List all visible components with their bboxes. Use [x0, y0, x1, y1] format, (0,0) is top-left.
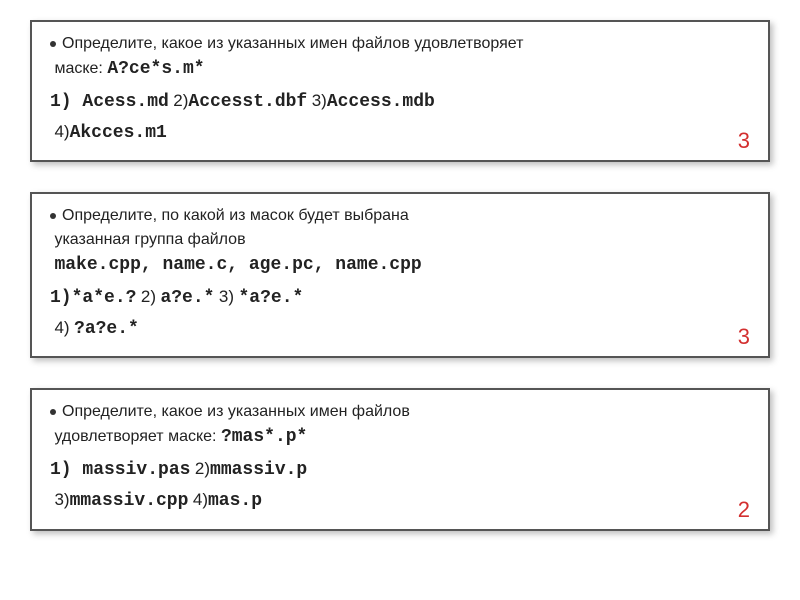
q3-mask: ?mas*.p*	[221, 427, 307, 447]
q1-mask: A?ce*s.m*	[107, 59, 204, 79]
q2-files: make.cpp, name.c, age.pc, name.cpp	[54, 255, 421, 275]
question-box-3: Определите, какое из указанных имен файл…	[30, 388, 770, 530]
bullet-icon	[50, 41, 56, 47]
question-text-3: Определите, какое из указанных имен файл…	[50, 400, 750, 451]
opt-3-3-num: 3)	[54, 490, 69, 509]
answer-2: 3	[738, 324, 750, 350]
q2-line2: указанная группа файлов	[54, 231, 245, 248]
opt-2-2-val: a?e.*	[160, 288, 214, 308]
options-2: 1)*a*e.? 2) a?e.* 3) *a?e.* 4) ?a?e.*	[50, 283, 750, 344]
bullet-icon	[50, 409, 56, 415]
opt-3-1-val: massiv.pas	[82, 460, 190, 480]
question-text-1: Определите, какое из указанных имен файл…	[50, 32, 750, 83]
q3-line2-prefix: удовлетворяет маске:	[54, 428, 220, 445]
opt-2-1-val: *a*e.?	[72, 288, 137, 308]
opt-1-4-num: 4)	[54, 122, 69, 141]
question-box-2: Определите, по какой из масок будет выбр…	[30, 192, 770, 358]
q3-line1: Определите, какое из указанных имен файл…	[62, 403, 410, 420]
opt-2-2-num: 2)	[141, 287, 156, 306]
opt-1-1-val: Acess.md	[82, 92, 168, 112]
opt-3-2-num: 2)	[195, 459, 210, 478]
opt-2-1-num: 1)	[50, 288, 72, 308]
options-1: 1) Acess.md 2)Accesst.dbf 3)Access.mdb 4…	[50, 87, 750, 148]
options-3: 1) massiv.pas 2)mmassiv.p 3)mmassiv.cpp …	[50, 455, 750, 516]
answer-1: 3	[738, 128, 750, 154]
q1-line1: Определите, какое из указанных имен файл…	[62, 35, 523, 52]
opt-3-3-val: mmassiv.cpp	[70, 491, 189, 511]
question-box-1: Определите, какое из указанных имен файл…	[30, 20, 770, 162]
opt-2-4-val: ?a?e.*	[74, 319, 139, 339]
q1-line2-prefix: маске:	[54, 60, 107, 77]
opt-1-4-val: Akcces.m1	[70, 123, 167, 143]
bullet-icon	[50, 213, 56, 219]
opt-3-4-num: 4)	[193, 490, 208, 509]
opt-2-3-num: 3)	[219, 287, 234, 306]
opt-1-1-num: 1)	[50, 92, 82, 112]
opt-3-4-val: mas.p	[208, 491, 262, 511]
opt-3-2-val: mmassiv.p	[210, 460, 307, 480]
opt-1-3-num: 3)	[312, 91, 327, 110]
opt-1-2-num: 2)	[173, 91, 188, 110]
opt-3-1-num: 1)	[50, 460, 82, 480]
answer-3: 2	[738, 497, 750, 523]
opt-2-4-num: 4)	[54, 318, 69, 337]
opt-1-2-val: Accesst.dbf	[188, 92, 307, 112]
opt-1-3-val: Access.mdb	[327, 92, 435, 112]
opt-2-3-val: *a?e.*	[239, 288, 304, 308]
question-text-2: Определите, по какой из масок будет выбр…	[50, 204, 750, 279]
q2-line1: Определите, по какой из масок будет выбр…	[62, 207, 409, 224]
